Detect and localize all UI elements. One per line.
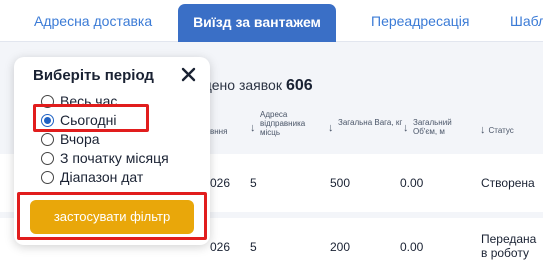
column-header-status-label: Статус xyxy=(488,126,514,135)
tab-bar: Адресна доставка Виїзд за вантажем Переа… xyxy=(0,0,543,42)
radio-button[interactable] xyxy=(41,171,54,184)
row-weight: 500 xyxy=(330,176,351,190)
sort-arrow-icon: ↓ xyxy=(328,122,334,134)
period-option-yesterday[interactable]: Вчора xyxy=(41,131,100,147)
highlight-box-today xyxy=(33,104,149,132)
option-label: Діапазон дат xyxy=(60,169,144,185)
tab-redirection[interactable]: Переадресація xyxy=(371,4,469,38)
row-places: 5 xyxy=(250,176,257,190)
radio-button[interactable] xyxy=(41,133,54,146)
row-places: 5 xyxy=(250,240,257,254)
close-icon[interactable] xyxy=(178,63,200,85)
column-header-volume-label: Загальний Об'єм, м xyxy=(413,118,452,136)
column-header-date-label: вння xyxy=(210,127,228,136)
column-header-weight[interactable]: ↓ Загальна Вага, кг xyxy=(328,118,408,134)
sort-arrow-icon: ↓ xyxy=(480,124,486,136)
column-header-address[interactable]: ↓ Адреса відправника місць xyxy=(250,110,314,137)
popup-title: Виберіть період xyxy=(33,67,154,84)
tab-cargo-pickup[interactable]: Виїзд за вантажем xyxy=(178,4,336,42)
tab-address-delivery[interactable]: Адресна доставка xyxy=(34,4,152,38)
column-header-status[interactable]: ↓ Статус xyxy=(480,124,514,136)
tab-templates[interactable]: Шабло xyxy=(510,4,543,38)
column-header-date[interactable]: вння xyxy=(210,127,227,136)
sort-arrow-icon: ↓ xyxy=(250,122,256,134)
column-header-weight-label: Загальна Вага, кг xyxy=(338,118,403,127)
sort-arrow-icon: ↓ xyxy=(403,122,409,134)
radio-button[interactable] xyxy=(41,152,54,165)
row-status: Створена xyxy=(481,176,535,190)
period-filter-popup: Виберіть період Весь час Сьогодні Вчора … xyxy=(14,57,210,245)
column-header-address-label: Адреса відправника місць xyxy=(260,110,306,137)
column-header-volume[interactable]: ↓ Загальний Об'єм, м xyxy=(403,118,463,136)
row-date: 026 xyxy=(210,240,231,254)
option-label: З початку місяця xyxy=(60,150,169,166)
period-option-month-start[interactable]: З початку місяця xyxy=(41,150,169,166)
row-weight: 200 xyxy=(330,240,351,254)
highlight-box-apply xyxy=(17,192,207,240)
option-label: Вчора xyxy=(60,131,100,147)
row-volume: 0.00 xyxy=(400,240,424,254)
orders-found-number: 606 xyxy=(285,77,313,94)
row-date: 026 xyxy=(210,176,231,190)
period-option-date-range[interactable]: Діапазон дат xyxy=(41,169,143,185)
row-status: Передана в роботу xyxy=(481,232,537,260)
row-volume: 0.00 xyxy=(400,176,424,190)
